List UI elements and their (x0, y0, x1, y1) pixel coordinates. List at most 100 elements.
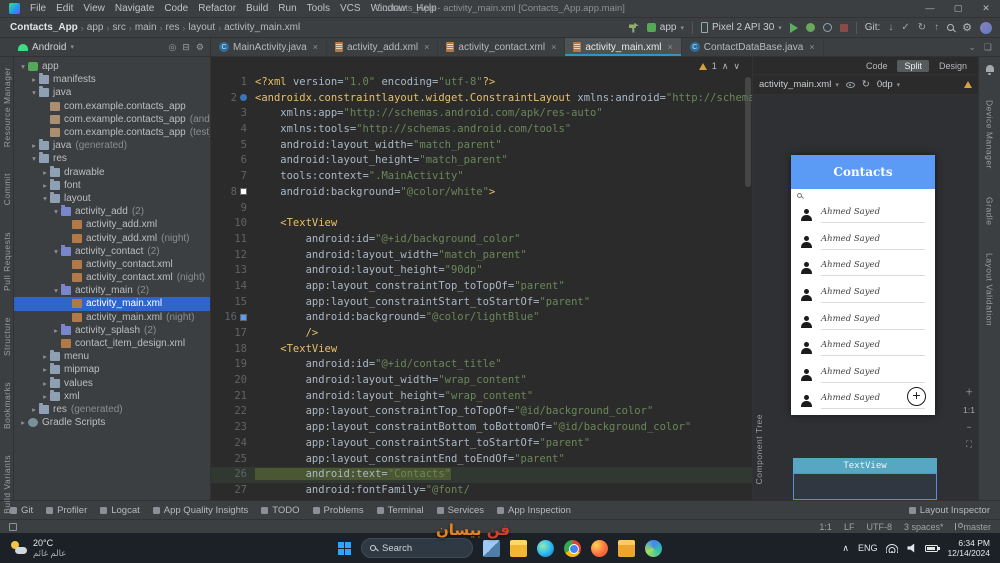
zoom-actual-icon[interactable]: 1:1 (963, 405, 975, 415)
avatar[interactable] (980, 21, 992, 34)
tree-item-java[interactable]: ▾ java (14, 86, 210, 99)
tool-button-device-manager[interactable]: Device Manager (985, 100, 995, 169)
code-line-10[interactable]: 10 <TextView (211, 216, 752, 232)
code-line-26[interactable]: 26 android:text="Contacts" (211, 467, 752, 483)
design-file-selector[interactable]: activity_main.xml ▾ (759, 79, 839, 90)
menu-vcs[interactable]: VCS (335, 3, 366, 14)
toolwindow-app-quality-insights[interactable]: App Quality Insights (152, 505, 248, 516)
code-line-25[interactable]: 25 app:layout_constraintEnd_toEndOf="par… (211, 452, 752, 468)
code-line-5[interactable]: 5 android:layout_width="match_parent" (211, 138, 752, 154)
design-surface[interactable]: Contacts Ahmed Sayed Ahmed Sayed Ahmed Say… (753, 95, 978, 500)
tree-item-com-example-contacts-app-test[interactable]: com.example.contacts_app (test) (14, 126, 210, 139)
orientation-icon[interactable]: ↻ (862, 79, 870, 90)
breadcrumb-app[interactable]: app (85, 22, 106, 33)
code-line-12[interactable]: 12 android:layout_width="match_parent" (211, 248, 752, 264)
folder-icon[interactable] (618, 539, 635, 557)
tab-activity-main-xml[interactable]: activity_main.xml × (565, 38, 682, 56)
toolwindow-problems[interactable]: Problems (312, 505, 364, 516)
tree-item-activity-main-xml-night[interactable]: activity_main.xml (night) (14, 311, 210, 324)
blueprint-preview[interactable]: TextView (793, 458, 937, 500)
component-tree-tab[interactable]: Component Tree (754, 414, 764, 484)
mode-split-button[interactable]: Split (897, 59, 929, 72)
tab-list-chevron-icon[interactable]: ⌄ (968, 42, 976, 53)
code-line-23[interactable]: 23 app:layout_constraintBottom_toBottomO… (211, 420, 752, 436)
contact-list-item[interactable]: Ahmed Sayed (791, 255, 935, 282)
tab-contactdatabase-java[interactable]: C ContactDataBase.java × (682, 38, 824, 56)
menu-view[interactable]: View (78, 3, 110, 14)
menu-run[interactable]: Run (273, 3, 301, 14)
menu-file[interactable]: File (25, 3, 51, 14)
breadcrumb-layout[interactable]: layout (186, 22, 217, 33)
code-line-21[interactable]: 21 android:layout_height="wrap_content" (211, 389, 752, 405)
panel-options-icon[interactable]: ⚙ (196, 42, 204, 53)
tree-item-java-generated[interactable]: ▸ java (generated) (14, 139, 210, 152)
task-view-icon[interactable] (483, 539, 500, 557)
tab-activity-add-xml[interactable]: activity_add.xml × (327, 38, 439, 56)
contact-list-item[interactable]: Ahmed Sayed (791, 229, 935, 256)
code-line-8[interactable]: 8 android:background="@color/white"> (211, 185, 752, 201)
toolwindow-logcat[interactable]: Logcat (100, 505, 140, 516)
inspection-widget[interactable]: 1 ∧ ∨ (698, 61, 740, 72)
tree-item-gradle-scripts[interactable]: ▸ Gradle Scripts (14, 416, 210, 429)
run-button[interactable] (789, 22, 798, 33)
tool-button-build-variants[interactable]: Build Variants (2, 455, 12, 514)
stop-button[interactable] (839, 23, 848, 32)
tree-item-font[interactable]: ▸ font (14, 178, 210, 192)
code-line-6[interactable]: 6 android:layout_height="match_parent" (211, 153, 752, 169)
code-line-9[interactable]: 9 (211, 201, 752, 217)
search-everywhere-icon[interactable] (947, 24, 955, 31)
zoom-fit-icon[interactable]: ⛶ (966, 439, 972, 450)
preview-app-header[interactable]: Contacts (791, 155, 935, 189)
view-options-eye-icon[interactable] (845, 81, 855, 88)
menu-code[interactable]: Code (159, 3, 193, 14)
code-line-13[interactable]: 13 android:layout_height="90dp" (211, 263, 752, 279)
firefox-icon[interactable] (591, 539, 608, 557)
tree-item-layout[interactable]: ▾ layout (14, 191, 210, 205)
toolwindow-profiler[interactable]: Profiler (46, 505, 87, 516)
code-line-2[interactable]: 2 <androidx.constraintlayout.widget.Const… (211, 91, 752, 107)
code-line-20[interactable]: 20 android:layout_width="wrap_content" (211, 373, 752, 389)
code-area[interactable]: 1 <?xml version="1.0" encoding="utf-8"?> 2… (211, 75, 752, 500)
battery-icon[interactable] (925, 544, 940, 552)
code-line-4[interactable]: 4 xmlns:tools="http://schemas.android.co… (211, 122, 752, 138)
menu-navigate[interactable]: Navigate (110, 3, 159, 14)
mode-code-button[interactable]: Code (859, 60, 895, 72)
code-line-17[interactable]: 17 /> (211, 326, 752, 342)
toolwindow-app-inspection[interactable]: App Inspection (497, 505, 571, 516)
tree-item-menu[interactable]: ▸ menu (14, 350, 210, 363)
status-utf-8[interactable]: UTF-8 (866, 522, 892, 532)
language-indicator[interactable]: ENG (858, 543, 878, 553)
tab-activity-contact-xml[interactable]: activity_contact.xml × (438, 38, 566, 56)
code-line-15[interactable]: 15 app:layout_constraintStart_toStartOf=… (211, 295, 752, 311)
add-contact-fab[interactable]: + (907, 387, 926, 406)
status-3-spaces[interactable]: 3 spaces* (904, 522, 944, 532)
tree-item-activity-main-xml[interactable]: activity_main.xml (14, 297, 210, 311)
mode-design-button[interactable]: Design (932, 60, 974, 72)
tool-button-gradle[interactable]: Gradle (985, 197, 995, 226)
split-editor-icon[interactable]: ❏ (984, 42, 992, 53)
start-button[interactable] (338, 541, 351, 555)
toolwindow-layout-inspector[interactable]: Layout Inspector (908, 505, 990, 516)
maximize-button[interactable]: ▢ (944, 3, 972, 14)
tree-item-contact-item-design-xml[interactable]: contact_item_design.xml (14, 337, 210, 350)
tree-item-xml[interactable]: ▸ xml (14, 389, 210, 403)
menu-tools[interactable]: Tools (302, 3, 335, 14)
breadcrumb-res[interactable]: res (164, 22, 182, 33)
profiler-button[interactable] (822, 23, 832, 32)
close-tab-icon[interactable]: × (313, 42, 318, 52)
code-line-3[interactable]: 3 xmlns:app="http://schemas.android.com/… (211, 106, 752, 122)
menu-refactor[interactable]: Refactor (193, 3, 241, 14)
settings-gear-icon[interactable]: ⚙ (962, 22, 972, 33)
git-push-icon[interactable]: ↑ (934, 22, 939, 33)
tree-item-activity-contact-xml[interactable]: activity_contact.xml (14, 258, 210, 271)
toolwindow-terminal[interactable]: Terminal (376, 505, 424, 516)
status-master[interactable]: master (955, 522, 991, 532)
tool-window-toggle-icon[interactable] (9, 522, 17, 531)
chrome-icon[interactable] (564, 539, 581, 557)
zoom-out-icon[interactable]: − (967, 422, 972, 432)
debug-button[interactable] (805, 23, 815, 32)
tree-item-res[interactable]: ▾ res (14, 152, 210, 165)
contact-list-item[interactable]: Ahmed Sayed (791, 335, 935, 362)
tree-item-com-example-contacts-app-androidtest[interactable]: com.example.contacts_app(androidTest) (14, 113, 210, 126)
notifications-bell-icon[interactable] (985, 65, 994, 75)
